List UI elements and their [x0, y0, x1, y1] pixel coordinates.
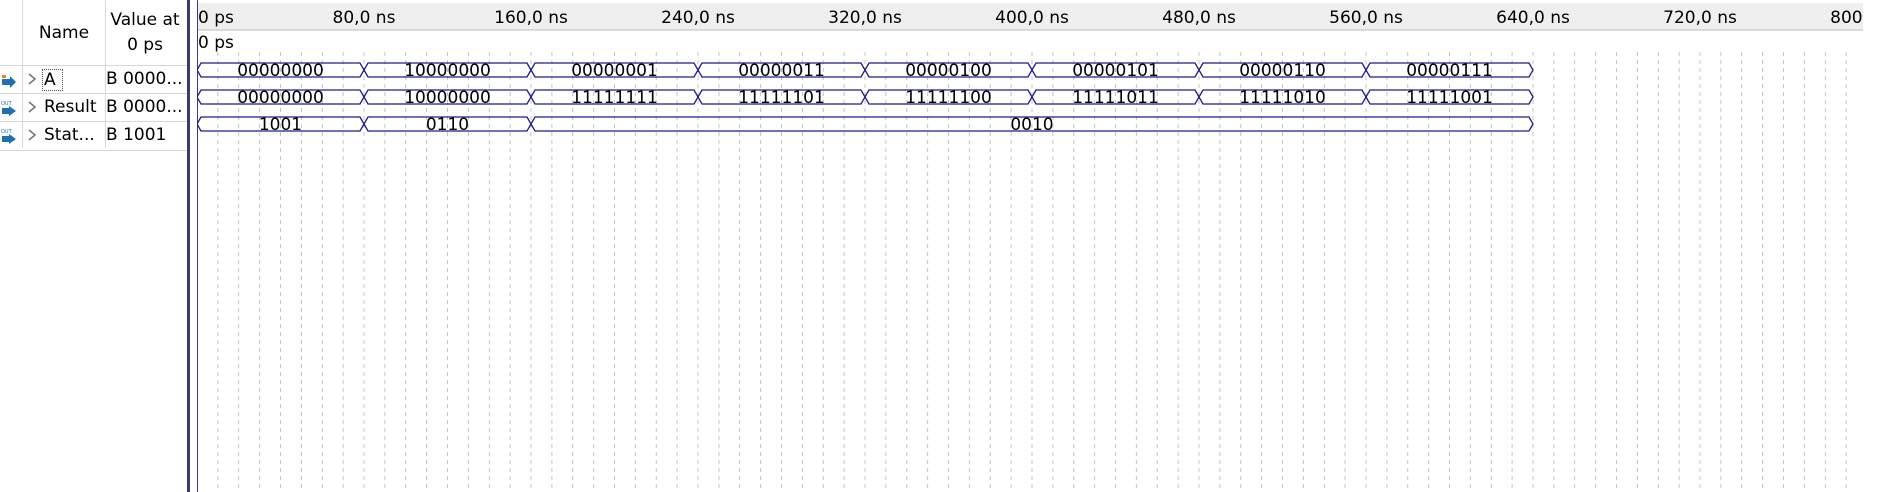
expand-chevron-icon[interactable]: [27, 72, 37, 86]
value-column-header[interactable]: Value at 0 ps: [105, 0, 185, 65]
bus-value-label: 00000111: [1406, 61, 1493, 81]
right-margin: [1863, 0, 1893, 492]
bus-value-label: 0110: [426, 115, 469, 135]
bus-value-label: 00000000: [237, 88, 324, 108]
time-tick-label: 480,0 ns: [1162, 8, 1236, 28]
signal-name: A: [42, 69, 63, 91]
time-tick-label: 0 ps: [198, 8, 234, 28]
bus-value-label: 00000000: [237, 61, 324, 81]
bus-value-label: 11111010: [1239, 88, 1326, 108]
svg-text:OUT: OUT: [1, 129, 13, 135]
bus-value-label: 1001: [259, 115, 302, 135]
signal-value: B 0000...: [106, 97, 183, 117]
expand-chevron-icon[interactable]: [27, 128, 37, 142]
signal-name: Result: [44, 97, 97, 117]
bus-value-label: 11111001: [1406, 88, 1493, 108]
bus-value-label: 10000000: [404, 61, 491, 81]
signal-row-status[interactable]: OUT Stat... B 1001: [0, 121, 190, 151]
output-pin-icon: OUT: [1, 129, 16, 144]
cursor-time-label: 0 ps: [198, 33, 234, 53]
signal-name: Stat...: [44, 125, 95, 145]
pane-splitter[interactable]: [187, 0, 190, 492]
time-tick-label: 240,0 ns: [661, 8, 735, 28]
signal-row-a[interactable]: A B 0000...: [0, 65, 190, 94]
svg-text:OUT: OUT: [1, 101, 13, 107]
bus-value-label: 00000100: [905, 61, 992, 81]
time-tick-label: 560,0 ns: [1329, 8, 1403, 28]
signal-row-result[interactable]: OUT Result B 0000...: [0, 93, 190, 122]
time-tick-label: 160,0 ns: [494, 8, 568, 28]
value-header-line1: Value at: [110, 9, 180, 30]
time-tick-label: 800,0 ns: [1830, 8, 1863, 28]
bus-value-label: 11111100: [905, 88, 992, 108]
bus-value-label: 0010: [1010, 115, 1053, 135]
output-pin-icon: OUT: [1, 101, 16, 116]
time-tick-label: 80,0 ns: [333, 8, 396, 28]
expand-chevron-icon[interactable]: [27, 100, 37, 114]
bus-value-label: 00000011: [738, 61, 825, 81]
waveform-canvas[interactable]: 0 ps 80,0 ns 160,0 ns 240,0 ns 320,0 ns 400,0…: [197, 0, 1863, 492]
input-pin-icon: [2, 75, 16, 88]
bus-value-label: 10000000: [404, 88, 491, 108]
bus-value-label: 00000001: [571, 61, 658, 81]
bus-value-label: 00000101: [1072, 61, 1159, 81]
time-tick-label: 640,0 ns: [1496, 8, 1570, 28]
bus-value-label: 11111101: [738, 88, 825, 108]
bus-value-label: 00000110: [1239, 61, 1326, 81]
bus-value-label: 11111111: [571, 88, 658, 108]
signal-value: B 1001: [106, 125, 167, 145]
name-column-header[interactable]: Name: [23, 0, 105, 65]
time-tick-label: 400,0 ns: [995, 8, 1069, 28]
time-tick-label: 720,0 ns: [1663, 8, 1737, 28]
bus-value-label: 11111011: [1072, 88, 1159, 108]
time-tick-label: 320,0 ns: [828, 8, 902, 28]
value-header-line2: 0 ps: [127, 34, 163, 55]
signal-name-pane: Name Value at 0 ps A B 0000... OUT Resul…: [0, 0, 190, 492]
signal-value: B 0000...: [106, 69, 183, 89]
